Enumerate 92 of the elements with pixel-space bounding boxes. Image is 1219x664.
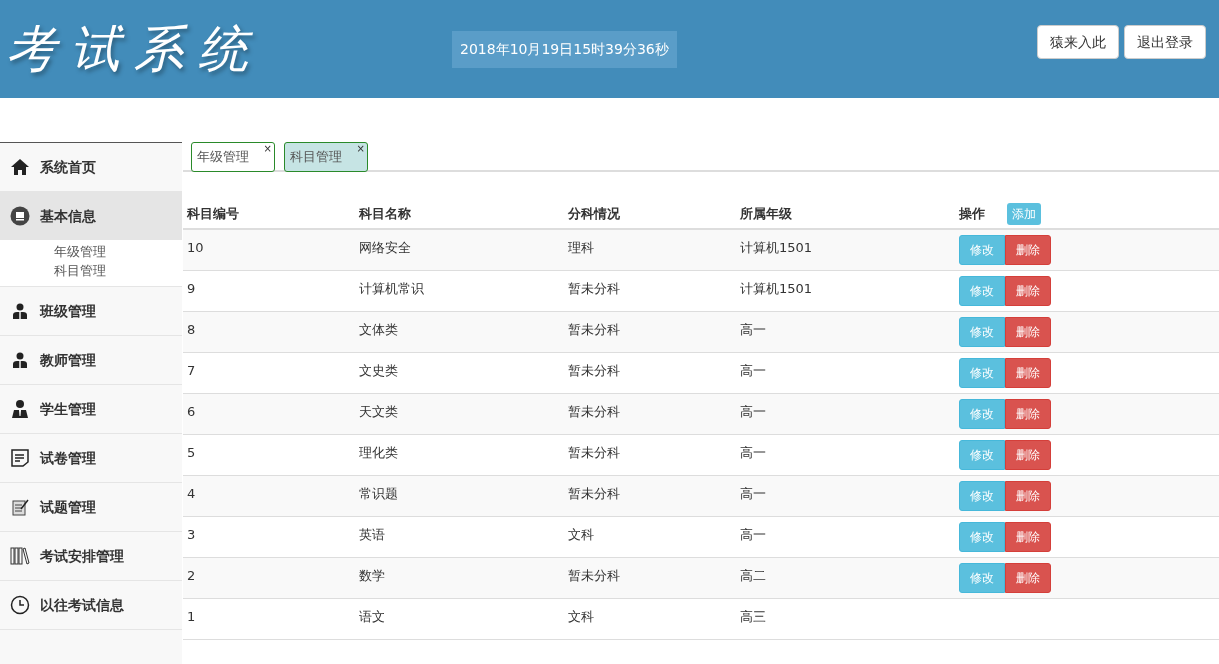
edit-button[interactable]: 修改 <box>959 522 1005 552</box>
delete-button[interactable]: 删除 <box>1005 317 1051 347</box>
table-cell: 10 <box>187 240 204 255</box>
tab[interactable]: 科目管理 × <box>284 142 368 172</box>
table-cell: 高一 <box>740 404 766 419</box>
edit-button[interactable]: 修改 <box>959 440 1005 470</box>
books-icon <box>10 546 30 566</box>
add-button[interactable]: 添加 <box>1007 202 1041 225</box>
column-header: 科目编号 <box>187 204 239 223</box>
table-cell: 暂未分科 <box>568 322 620 337</box>
table-cell: 高三 <box>740 609 766 624</box>
header-button[interactable]: 退出登录 <box>1124 25 1206 59</box>
table-cell: 文体类 <box>359 322 398 337</box>
sidebar-item[interactable]: 班级管理 <box>0 287 182 335</box>
sidebar-item[interactable]: 试题管理 <box>0 483 182 531</box>
table-cell: 文科 <box>568 609 594 624</box>
table-cell: 高二 <box>740 568 766 583</box>
delete-button[interactable]: 删除 <box>1005 563 1051 593</box>
column-header: 所属年级 <box>740 204 792 223</box>
table-cell: 暂未分科 <box>568 404 620 419</box>
sidebar-item[interactable]: 系统首页 <box>0 143 182 191</box>
table-cell: 高一 <box>740 486 766 501</box>
document-icon <box>10 448 30 468</box>
column-header: 操作 <box>959 204 985 223</box>
table-cell: 网络安全 <box>359 240 411 255</box>
table-cell: 3 <box>187 527 196 542</box>
sidebar-item[interactable]: 试卷管理 <box>0 434 182 482</box>
delete-button[interactable]: 删除 <box>1005 358 1051 388</box>
monitor-icon <box>10 206 30 226</box>
notepad-icon <box>10 497 30 517</box>
datetime-label: 2018年10月19日15时39分36秒 <box>452 30 677 68</box>
table-cell: 暂未分科 <box>568 363 620 378</box>
table-cell: 计算机1501 <box>740 281 813 296</box>
delete-button[interactable]: 删除 <box>1005 522 1051 552</box>
sidebar-item[interactable]: 考试安排管理 <box>0 532 182 580</box>
table-cell: 1 <box>187 609 196 624</box>
person-icon <box>10 301 30 321</box>
table-cell: 7 <box>187 363 196 378</box>
edit-button[interactable]: 修改 <box>959 358 1005 388</box>
table-cell: 6 <box>187 404 196 419</box>
table-cell: 常识题 <box>359 486 398 501</box>
table-cell: 高一 <box>740 445 766 460</box>
submenu-link[interactable]: 年级管理 <box>54 242 182 261</box>
table-cell: 理科 <box>568 240 594 255</box>
submenu-link[interactable]: 科目管理 <box>54 261 182 280</box>
table-cell: 暂未分科 <box>568 445 620 460</box>
table-cell: 计算机1501 <box>740 240 813 255</box>
table-cell: 高一 <box>740 527 766 542</box>
table-cell: 数学 <box>359 568 385 583</box>
delete-button[interactable]: 删除 <box>1005 276 1051 306</box>
delete-button[interactable]: 删除 <box>1005 235 1051 265</box>
edit-button[interactable]: 修改 <box>959 399 1005 429</box>
table-cell: 语文 <box>359 609 385 624</box>
delete-button[interactable]: 删除 <box>1005 481 1051 511</box>
table-cell: 8 <box>187 322 196 337</box>
home-icon <box>10 157 30 177</box>
sidebar-item[interactable]: 基本信息 <box>0 192 182 240</box>
edit-button[interactable]: 修改 <box>959 317 1005 347</box>
person-icon <box>10 350 30 370</box>
table-cell: 5 <box>187 445 196 460</box>
table-cell: 天文类 <box>359 404 398 419</box>
edit-button[interactable]: 修改 <box>959 563 1005 593</box>
table-cell: 暂未分科 <box>568 568 620 583</box>
header-button[interactable]: 猿来入此 <box>1037 25 1119 59</box>
sidebar-item[interactable]: 学生管理 <box>0 385 182 433</box>
tab-close-button[interactable]: × <box>263 144 272 154</box>
table-cell: 理化类 <box>359 445 398 460</box>
logo-text: 考试系统 <box>6 18 263 80</box>
table-cell: 英语 <box>359 527 385 542</box>
column-header: 科目名称 <box>359 204 411 223</box>
table-cell: 2 <box>187 568 196 583</box>
tab-close-button[interactable]: × <box>356 144 365 154</box>
delete-button[interactable]: 删除 <box>1005 399 1051 429</box>
edit-button[interactable]: 修改 <box>959 276 1005 306</box>
table-cell: 高一 <box>740 322 766 337</box>
table-cell: 计算机常识 <box>359 281 424 296</box>
table-cell: 4 <box>187 486 196 501</box>
table-cell: 9 <box>187 281 196 296</box>
delete-button[interactable]: 删除 <box>1005 440 1051 470</box>
edit-button[interactable]: 修改 <box>959 235 1005 265</box>
edit-button[interactable]: 修改 <box>959 481 1005 511</box>
table-cell: 文科 <box>568 527 594 542</box>
column-header: 分科情况 <box>568 204 620 223</box>
table-cell: 文史类 <box>359 363 398 378</box>
sidebar-item[interactable]: 教师管理 <box>0 336 182 384</box>
table-cell: 暂未分科 <box>568 281 620 296</box>
person-icon <box>10 399 30 419</box>
clock-icon <box>10 595 30 615</box>
sidebar-item[interactable]: 以往考试信息 <box>0 581 182 629</box>
tab[interactable]: 年级管理 × <box>191 142 275 172</box>
table-cell: 高一 <box>740 363 766 378</box>
table-cell: 暂未分科 <box>568 486 620 501</box>
